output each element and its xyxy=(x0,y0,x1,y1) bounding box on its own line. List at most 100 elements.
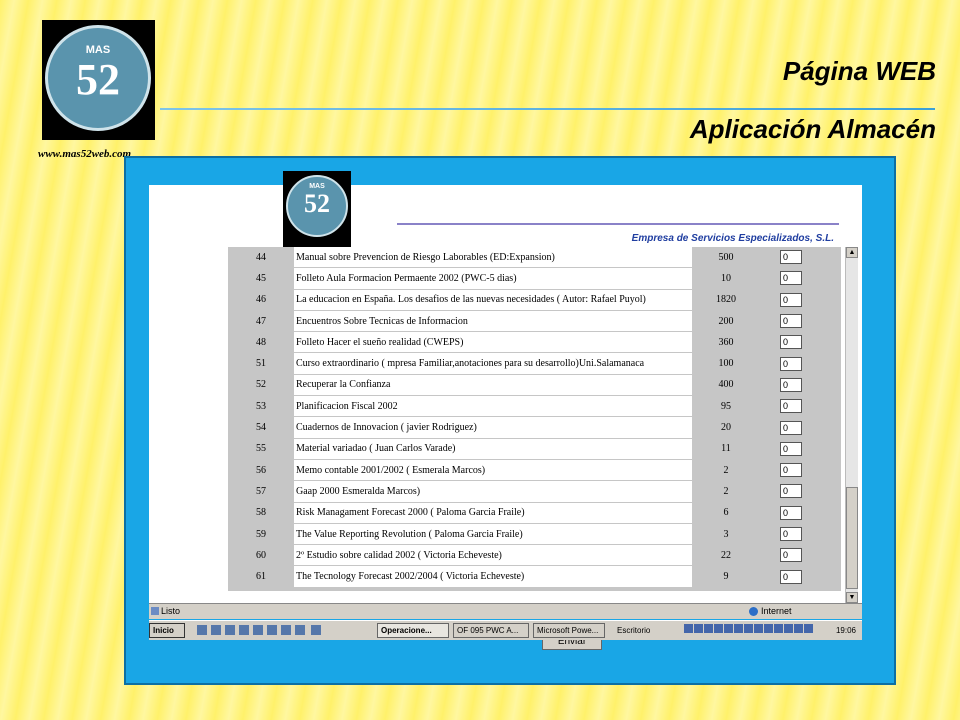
item-order-cell xyxy=(760,332,841,353)
item-order-cell xyxy=(760,438,841,459)
table-row: 46 La educacion en España. Los desafios d… xyxy=(228,289,841,311)
item-order-cell xyxy=(760,459,841,480)
tray-icon[interactable] xyxy=(704,624,713,633)
quicklaunch-icon[interactable] xyxy=(225,625,235,635)
browser-window: MAS 52 Empresa de Servicios Especializad… xyxy=(149,171,862,650)
tray-icon[interactable] xyxy=(684,624,693,633)
tray-icon[interactable] xyxy=(794,624,803,633)
table-row: 52 Recuperar la Confianza 400 xyxy=(228,374,841,397)
start-button[interactable]: Inicio xyxy=(149,623,185,638)
table-row: 48 Folleto Hacer el sueño realidad (CWEPS… xyxy=(228,331,841,354)
table-row: 60 2º Estudio sobre calidad 2002 ( Victor… xyxy=(228,544,841,567)
item-stock: 2 xyxy=(723,485,729,497)
inventory-table-area: 44 Manual sobre Prevencion de Riesgo Labo… xyxy=(228,247,841,650)
quantity-input[interactable] xyxy=(780,271,802,286)
company-name: Empresa de Servicios Especializados, S.L… xyxy=(631,233,834,244)
item-order-cell xyxy=(760,289,841,310)
quantity-input[interactable] xyxy=(780,441,802,456)
tray-icon[interactable] xyxy=(714,624,723,633)
quicklaunch-icon[interactable] xyxy=(239,625,249,635)
task-button-operaciones[interactable]: Operacione... xyxy=(377,623,449,638)
quantity-input[interactable] xyxy=(780,505,802,520)
item-order-cell xyxy=(760,396,841,417)
status-text: Listo xyxy=(161,606,181,616)
item-description: Folleto Aula Formacion Permaente 2002 (P… xyxy=(294,267,692,290)
logo-emblem-icon: MAS 52 xyxy=(45,25,151,131)
quicklaunch-icon[interactable] xyxy=(253,625,263,635)
quantity-input[interactable] xyxy=(780,463,802,478)
quantity-input[interactable] xyxy=(780,314,802,329)
item-description: Memo contable 2001/2002 ( Esmerala Marco… xyxy=(294,459,692,482)
table-row: 56 Memo contable 2001/2002 ( Esmerala Mar… xyxy=(228,459,841,482)
tray-icon[interactable] xyxy=(784,624,793,633)
task-button-of095[interactable]: OF 095 PWC A... xyxy=(453,623,529,638)
table-row: 47 Encuentros Sobre Tecnicas de Informaci… xyxy=(228,310,841,333)
system-tray xyxy=(684,624,826,637)
scroll-thumb[interactable] xyxy=(846,487,858,589)
vertical-scrollbar[interactable]: ▲ ▼ xyxy=(845,247,858,603)
item-id: 46 xyxy=(256,294,266,306)
item-stock: 360 xyxy=(718,336,734,348)
quantity-input[interactable] xyxy=(780,356,802,371)
item-description: Encuentros Sobre Tecnicas de Informacion xyxy=(294,310,692,333)
clock: 19:06 xyxy=(835,626,856,635)
quicklaunch-icon[interactable] xyxy=(211,625,221,635)
internet-zone-icon xyxy=(749,607,758,616)
item-order-cell xyxy=(760,417,841,438)
mas52-logo: MAS 52 xyxy=(42,20,155,140)
item-id: 47 xyxy=(256,315,266,327)
tray-icon[interactable] xyxy=(694,624,703,633)
quantity-input[interactable] xyxy=(780,484,802,499)
desktop-toolbar-label[interactable]: Escritorio xyxy=(617,626,650,635)
table-row: 55 Material variadao ( Juan Carlos Varade… xyxy=(228,438,841,460)
page-logo: MAS 52 xyxy=(283,171,351,247)
quicklaunch-icon[interactable] xyxy=(267,625,277,635)
item-id: 45 xyxy=(256,272,266,284)
quantity-input[interactable] xyxy=(780,569,802,584)
tray-icon[interactable] xyxy=(764,624,773,633)
table-row: 53 Planificacion Fiscal 2002 95 xyxy=(228,395,841,418)
item-id: 51 xyxy=(256,358,266,370)
status-bar: Listo Internet xyxy=(149,603,862,619)
item-description: Curso extraordinario ( mpresa Familiar,a… xyxy=(294,352,692,375)
quantity-input[interactable] xyxy=(780,250,802,265)
item-order-cell xyxy=(760,502,841,523)
tray-icon[interactable] xyxy=(754,624,763,633)
item-description: Manual sobre Prevencion de Riesgo Labora… xyxy=(294,247,692,269)
quantity-input[interactable] xyxy=(780,527,802,541)
quicklaunch-icon[interactable] xyxy=(295,625,305,635)
page-status-icon xyxy=(151,607,159,615)
quantity-input[interactable] xyxy=(780,420,802,435)
item-stock: 1820 xyxy=(716,294,736,306)
item-order-cell xyxy=(760,545,841,566)
item-stock: 95 xyxy=(721,400,731,412)
quantity-input[interactable] xyxy=(780,292,802,307)
task-button-powerpoint[interactable]: Microsoft Powe... xyxy=(533,623,605,638)
tray-icon[interactable] xyxy=(744,624,753,633)
item-description: Risk Managament Forecast 2000 ( Paloma G… xyxy=(294,502,692,524)
item-order-cell xyxy=(760,481,841,502)
scroll-up-icon[interactable]: ▲ xyxy=(846,247,858,258)
quantity-input[interactable] xyxy=(780,377,802,392)
quantity-input[interactable] xyxy=(780,548,802,563)
item-description: The Tecnology Forecast 2002/2004 ( Victo… xyxy=(294,565,692,588)
quantity-input[interactable] xyxy=(780,335,802,350)
item-order-cell xyxy=(760,247,841,268)
slide-title-web: Página WEB xyxy=(782,56,936,86)
scroll-down-icon[interactable]: ▼ xyxy=(846,592,858,603)
quicklaunch-icon[interactable] xyxy=(281,625,291,635)
item-order-cell xyxy=(760,353,841,374)
table-row: 51 Curso extraordinario ( mpresa Familiar… xyxy=(228,352,841,375)
tray-icon[interactable] xyxy=(804,624,813,633)
tray-icon[interactable] xyxy=(724,624,733,633)
inventory-table: 44 Manual sobre Prevencion de Riesgo Labo… xyxy=(228,247,841,588)
quantity-input[interactable] xyxy=(780,399,802,414)
quicklaunch-icon[interactable] xyxy=(197,625,207,635)
item-stock: 3 xyxy=(723,528,729,540)
quicklaunch-icon[interactable] xyxy=(311,625,321,635)
table-row: 44 Manual sobre Prevencion de Riesgo Labo… xyxy=(228,247,841,269)
tray-icon[interactable] xyxy=(734,624,743,633)
tray-icon[interactable] xyxy=(774,624,783,633)
slide-title-app: Aplicación Almacén xyxy=(689,114,936,144)
taskbar: Inicio Operacione... OF 095 PWC A... Mic… xyxy=(149,620,862,640)
